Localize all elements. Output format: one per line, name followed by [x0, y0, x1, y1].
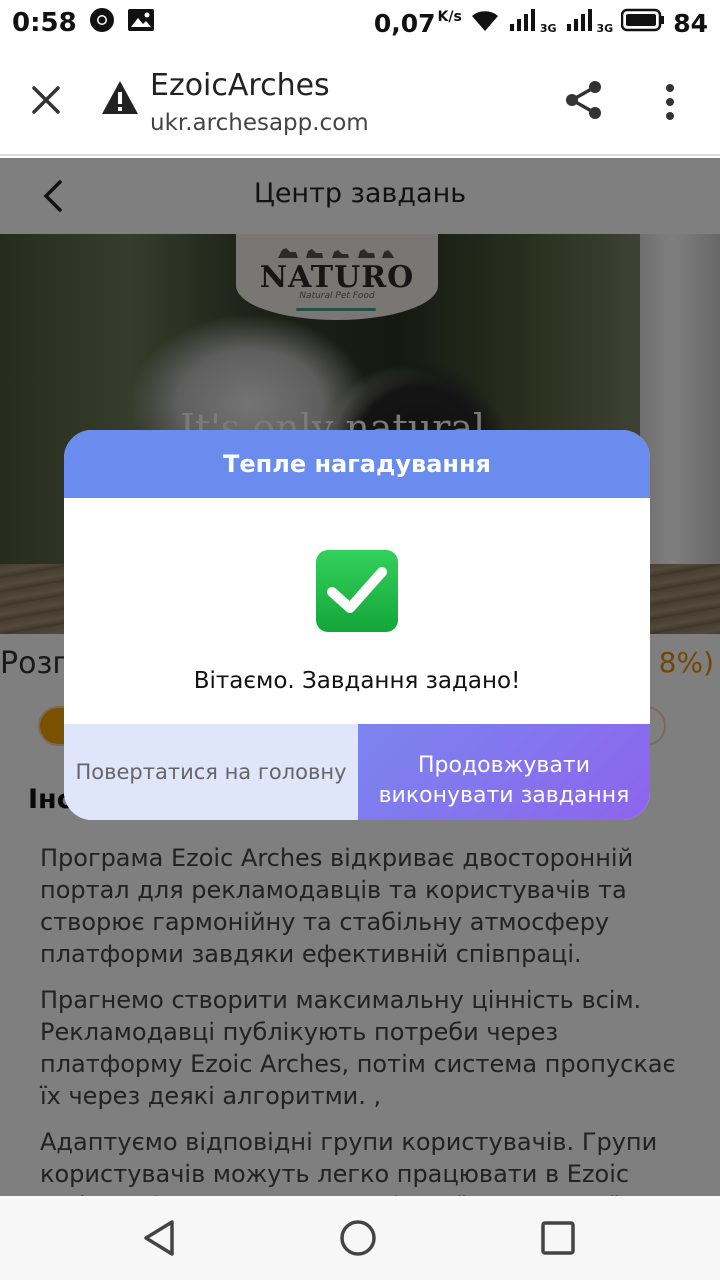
close-icon[interactable] [26, 80, 66, 120]
browser-page-title: EzoicArches [150, 68, 330, 103]
network-speed-unit: K/s [437, 9, 462, 25]
browser-toolbar: EzoicArches ukr.archesapp.com [0, 46, 720, 156]
signal-icon [565, 8, 595, 39]
status-bar: 0:58 0,07 K/s 3G 3G 84 [0, 0, 720, 46]
wifi-icon [470, 7, 500, 40]
reminder-dialog: Тепле нагадування Вітаємо. Завдання зада… [64, 430, 650, 820]
gallery-icon [127, 8, 155, 39]
network-type-1: 3G [539, 21, 557, 35]
share-icon[interactable] [562, 78, 606, 122]
continue-tasks-button[interactable]: Продовжувати виконувати завдання [358, 724, 650, 820]
nav-recent-apps-icon[interactable] [538, 1218, 578, 1258]
system-navigation-bar [0, 1196, 720, 1280]
battery-level: 84 [673, 8, 708, 38]
chrome-icon [89, 7, 115, 40]
dialog-message: Вітаємо. Завдання задано! [193, 668, 521, 694]
network-speed: 0,07 [373, 8, 436, 38]
dialog-title: Тепле нагадування [64, 430, 650, 498]
status-time: 0:58 [12, 8, 77, 38]
return-home-button[interactable]: Повертатися на головну [64, 724, 358, 820]
network-type-2: 3G [596, 21, 614, 35]
nav-back-icon[interactable] [140, 1218, 180, 1258]
battery-icon [620, 8, 665, 39]
browser-url[interactable]: ukr.archesapp.com [150, 110, 369, 136]
warning-icon[interactable] [100, 78, 140, 118]
signal-icon [508, 8, 538, 39]
more-options-icon[interactable] [660, 82, 680, 122]
nav-home-icon[interactable] [338, 1218, 378, 1258]
checkmark-icon [316, 550, 398, 632]
